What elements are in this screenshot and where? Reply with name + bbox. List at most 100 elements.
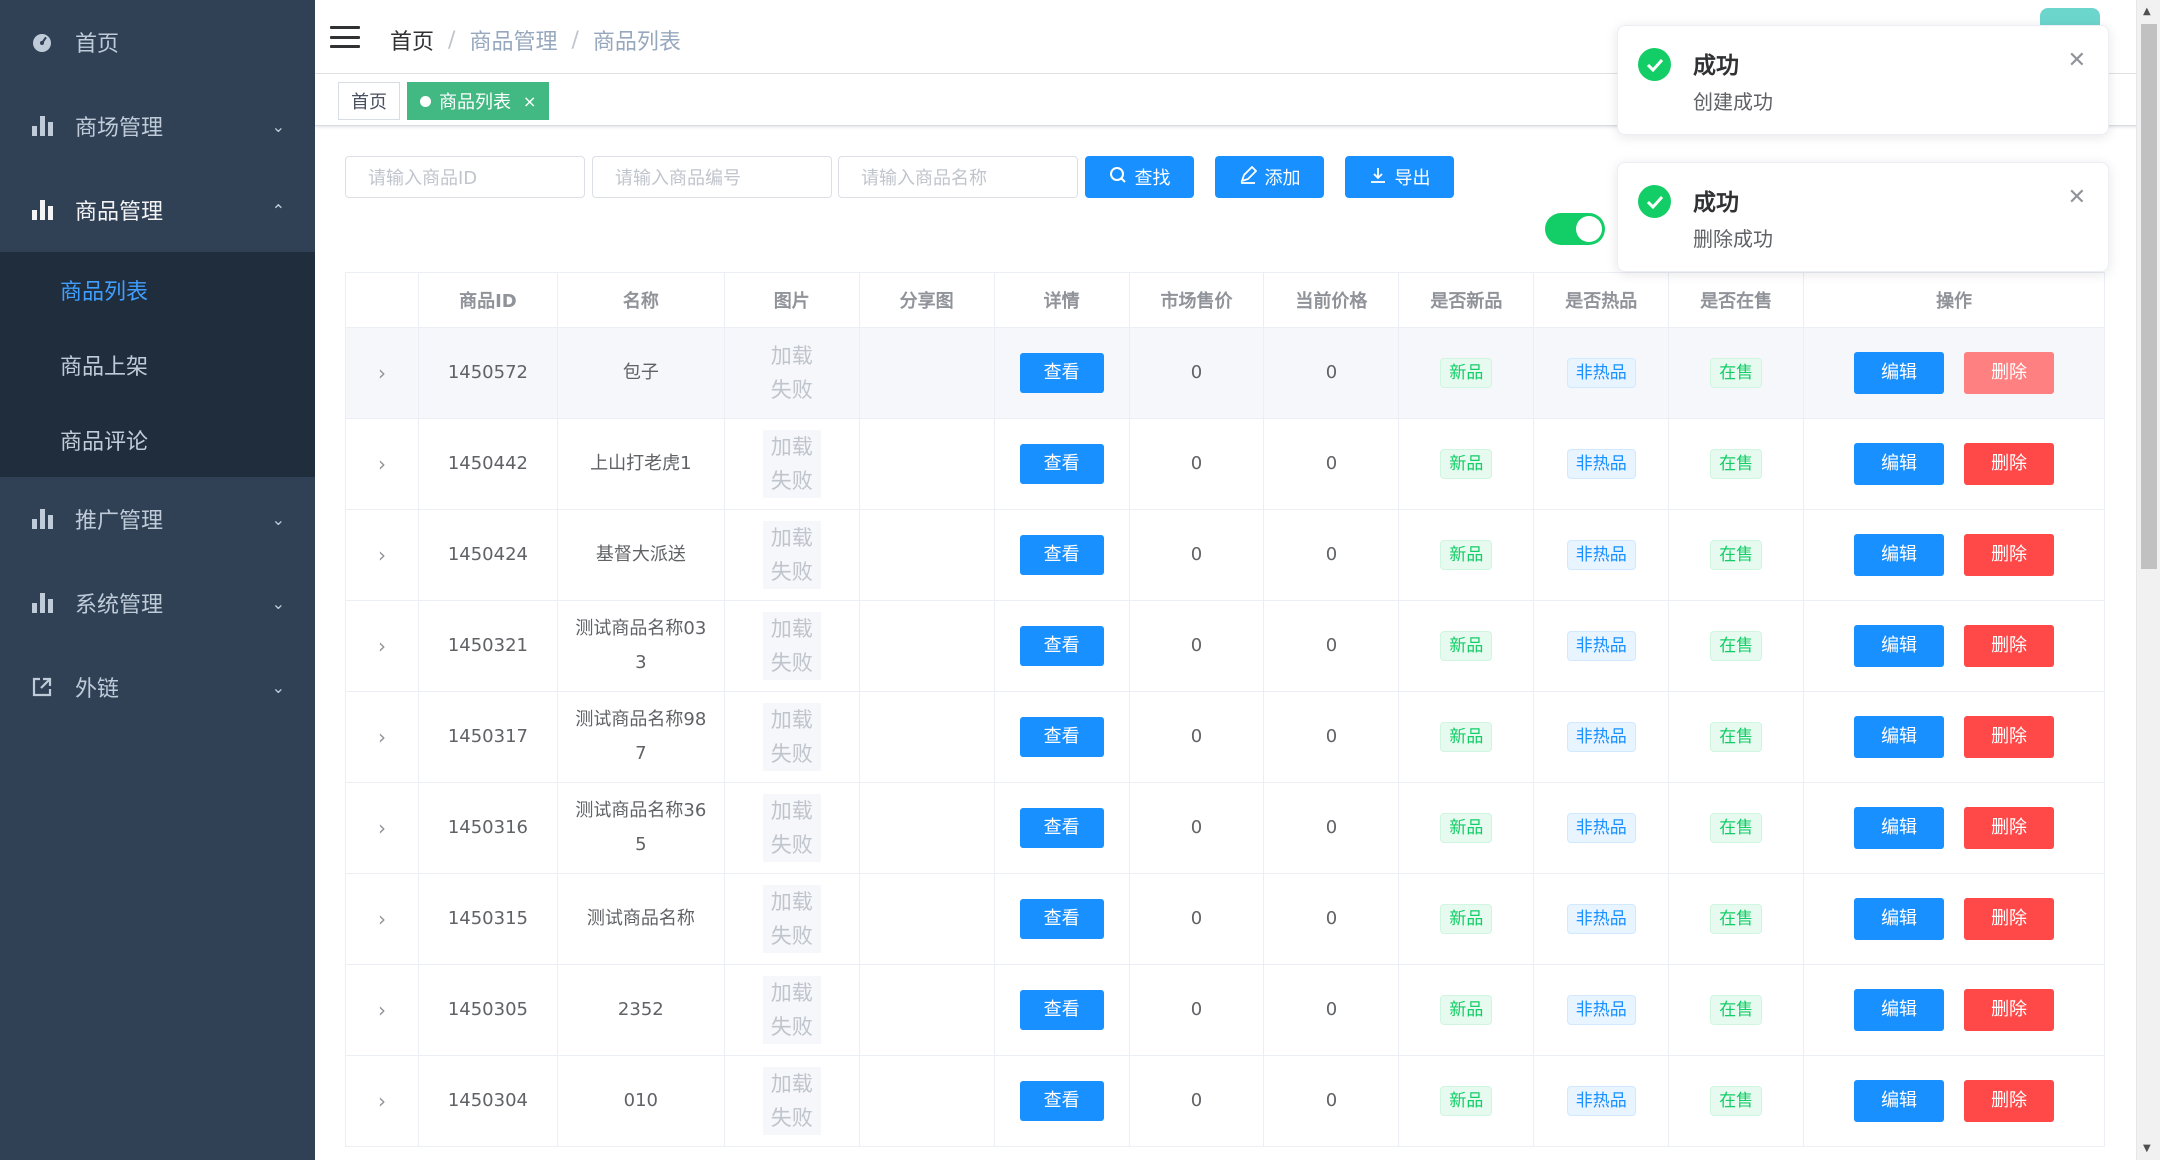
image-cell: 加载失败 bbox=[724, 328, 860, 418]
chevron-right-icon[interactable]: › bbox=[378, 993, 386, 1027]
close-icon[interactable]: ✕ bbox=[2068, 185, 2086, 210]
view-button[interactable]: 查看 bbox=[1019, 1081, 1104, 1121]
goods-name-cell: 010 bbox=[558, 1056, 725, 1146]
share-image-cell bbox=[860, 692, 995, 782]
goods-name-input[interactable]: 请输入商品名称 bbox=[838, 156, 1078, 198]
add-button[interactable]: 添加 bbox=[1215, 156, 1324, 198]
view-button[interactable]: 查看 bbox=[1019, 899, 1104, 939]
scroll-up-icon[interactable]: ▲ bbox=[2143, 6, 2151, 17]
is-new-cell: 新品 bbox=[1399, 601, 1535, 691]
breadcrumb-home[interactable]: 首页 bbox=[390, 24, 434, 56]
actions-cell: 编辑 删除 bbox=[1804, 965, 2105, 1055]
notification-message: 创建成功 bbox=[1693, 90, 1773, 114]
delete-button[interactable]: 删除 bbox=[1964, 625, 2055, 667]
edit-button[interactable]: 编辑 bbox=[1854, 443, 1945, 485]
close-icon[interactable]: ✕ bbox=[2068, 48, 2086, 73]
sidebar-item-goods[interactable]: 商品管理 ⌃ bbox=[0, 168, 315, 252]
scrollbar-thumb[interactable] bbox=[2141, 24, 2157, 569]
on-sale-cell: 在售 bbox=[1669, 328, 1805, 418]
share-image-cell bbox=[859, 328, 995, 418]
notification-success: 成功 删除成功 ✕ bbox=[1617, 162, 2109, 272]
sidebar-item-home[interactable]: 首页 bbox=[0, 0, 315, 84]
goods-id-cell: 1450315 bbox=[419, 874, 558, 964]
view-button[interactable]: 查看 bbox=[1019, 535, 1104, 575]
status-badge: 非热品 bbox=[1566, 813, 1636, 843]
view-button[interactable]: 查看 bbox=[1019, 626, 1104, 666]
delete-button[interactable]: 删除 bbox=[1964, 807, 2055, 849]
hamburger-icon[interactable] bbox=[330, 26, 360, 48]
chevron-right-icon[interactable]: › bbox=[378, 629, 386, 663]
view-button[interactable]: 查看 bbox=[1019, 717, 1104, 757]
export-button[interactable]: 导出 bbox=[1345, 156, 1454, 198]
delete-button[interactable]: 删除 bbox=[1964, 352, 2055, 394]
view-button[interactable]: 查看 bbox=[1019, 353, 1104, 393]
goods-name: 2352 bbox=[617, 999, 664, 1020]
edit-button[interactable]: 编辑 bbox=[1854, 807, 1945, 849]
expand-cell: › bbox=[346, 510, 419, 600]
sidebar-item-label: 推广管理 bbox=[75, 509, 164, 534]
chevron-right-icon[interactable]: › bbox=[378, 720, 386, 754]
tag-home[interactable]: 首页 bbox=[338, 82, 400, 120]
is-new-cell: 新品 bbox=[1399, 874, 1535, 964]
edit-button[interactable]: 编辑 bbox=[1854, 989, 1945, 1031]
on-sale-cell: 在售 bbox=[1669, 692, 1805, 782]
notification-title: 成功 bbox=[1693, 190, 1739, 216]
chevron-right-icon[interactable]: › bbox=[378, 811, 386, 845]
search-button[interactable]: 查找 bbox=[1085, 156, 1194, 198]
sidebar-item-goods-comment[interactable]: 商品评论 bbox=[0, 402, 315, 477]
table-header-name: 名称 bbox=[558, 273, 725, 327]
tag-label: 首页 bbox=[351, 92, 387, 113]
chevron-right-icon[interactable]: › bbox=[378, 356, 386, 390]
share-image-cell bbox=[860, 965, 995, 1055]
column-toggle-switch[interactable] bbox=[1545, 213, 1605, 245]
edit-button[interactable]: 编辑 bbox=[1854, 1080, 1945, 1122]
delete-button[interactable]: 删除 bbox=[1964, 898, 2055, 940]
edit-button[interactable]: 编辑 bbox=[1854, 898, 1945, 940]
goods-name: 基督大派送 bbox=[595, 544, 686, 565]
close-icon[interactable]: × bbox=[523, 92, 536, 111]
delete-button[interactable]: 删除 bbox=[1964, 1080, 2055, 1122]
chevron-right-icon[interactable]: › bbox=[378, 1084, 386, 1118]
sidebar-item-system[interactable]: 系统管理 ⌄ bbox=[0, 561, 315, 645]
tag-goods-list[interactable]: 商品列表 × bbox=[407, 82, 550, 120]
goods-sn-input[interactable]: 请输入商品编号 bbox=[592, 156, 832, 198]
delete-button[interactable]: 删除 bbox=[1964, 989, 2055, 1031]
goods-id-input[interactable]: 请输入商品ID bbox=[345, 156, 585, 198]
price-cell: 0 bbox=[1264, 965, 1400, 1055]
delete-button[interactable]: 删除 bbox=[1964, 716, 2055, 758]
view-button[interactable]: 查看 bbox=[1019, 990, 1104, 1030]
sidebar-item-goods-list[interactable]: 商品列表 bbox=[0, 252, 315, 327]
table-header-is-new: 是否新品 bbox=[1399, 273, 1535, 327]
status-badge: 在售 bbox=[1710, 449, 1763, 479]
goods-id-cell: 1450424 bbox=[419, 510, 558, 600]
edit-button[interactable]: 编辑 bbox=[1854, 625, 1945, 667]
view-button[interactable]: 查看 bbox=[1019, 808, 1104, 848]
sidebar-item-mall[interactable]: 商场管理 ⌄ bbox=[0, 84, 315, 168]
is-hot-cell: 非热品 bbox=[1534, 601, 1670, 691]
edit-button[interactable]: 编辑 bbox=[1854, 352, 1945, 394]
chevron-right-icon[interactable]: › bbox=[378, 902, 386, 936]
edit-button[interactable]: 编辑 bbox=[1854, 716, 1945, 758]
chevron-right-icon[interactable]: › bbox=[378, 447, 386, 481]
view-button[interactable]: 查看 bbox=[1019, 444, 1104, 484]
on-sale-cell: 在售 bbox=[1669, 783, 1805, 873]
chevron-right-icon[interactable]: › bbox=[378, 538, 386, 572]
edit-button[interactable]: 编辑 bbox=[1854, 534, 1945, 576]
sidebar-item-goods-shelf[interactable]: 商品上架 bbox=[0, 327, 315, 402]
goods-name-cell: 测试商品名称365 bbox=[558, 783, 725, 873]
detail-cell: 查看 bbox=[995, 692, 1130, 782]
is-hot-cell: 非热品 bbox=[1534, 692, 1670, 782]
expand-cell: › bbox=[346, 692, 419, 782]
is-new-cell: 新品 bbox=[1399, 510, 1535, 600]
chart-icon bbox=[30, 114, 54, 138]
status-badge: 非热品 bbox=[1566, 1086, 1636, 1116]
delete-button[interactable]: 删除 bbox=[1964, 443, 2055, 485]
scroll-down-icon[interactable]: ▼ bbox=[2143, 1143, 2151, 1154]
is-hot-cell: 非热品 bbox=[1534, 328, 1670, 418]
sidebar-item-promotion[interactable]: 推广管理 ⌄ bbox=[0, 477, 315, 561]
status-badge: 非热品 bbox=[1566, 995, 1636, 1025]
delete-button[interactable]: 删除 bbox=[1964, 534, 2055, 576]
sidebar-item-external[interactable]: 外链 ⌄ bbox=[0, 645, 315, 729]
status-badge: 新品 bbox=[1440, 631, 1493, 661]
page-scrollbar[interactable]: ▲ ▼ bbox=[2136, 0, 2160, 1160]
